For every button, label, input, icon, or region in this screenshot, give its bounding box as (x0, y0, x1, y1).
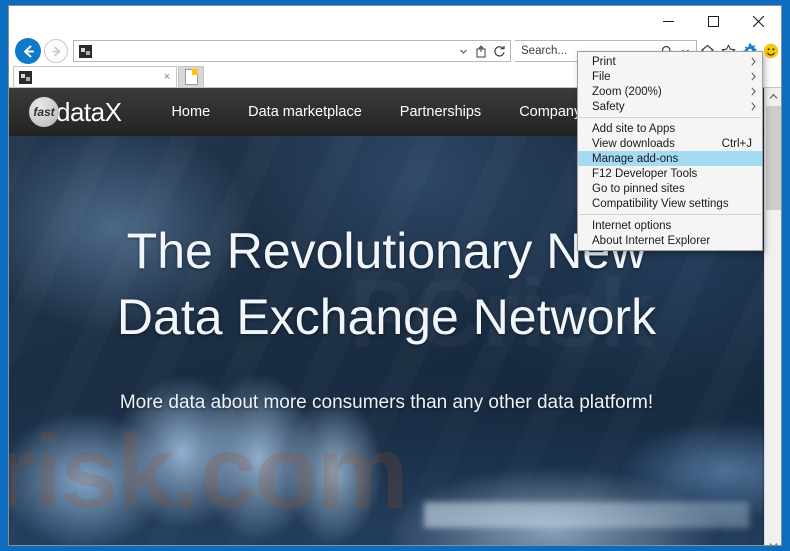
refresh-icon[interactable] (490, 40, 508, 62)
browser-tab[interactable]: × (13, 66, 177, 87)
back-arrow-icon[interactable] (15, 38, 41, 64)
address-bar[interactable] (73, 40, 511, 62)
menu-item-label: Compatibility View settings (592, 197, 729, 210)
menu-item-label: Zoom (200%) (592, 85, 662, 98)
logo-wordmark: dataX (56, 96, 122, 127)
menu-item-label: View downloads (592, 137, 675, 150)
menu-item-go-to-pinned-sites[interactable]: Go to pinned sites (578, 181, 762, 196)
menu-item-label: Print (592, 55, 616, 68)
broken-image-icon (79, 44, 92, 58)
new-tab-glyph (184, 69, 198, 85)
chevron-down-icon[interactable] (454, 40, 472, 62)
nav-item-partnerships[interactable]: Partnerships (400, 104, 481, 120)
chevron-right-icon (751, 69, 756, 84)
menu-item-label: Safety (592, 100, 625, 113)
chevron-right-icon (751, 84, 756, 99)
scroll-up-arrow-icon[interactable] (765, 88, 781, 105)
close-icon[interactable]: × (160, 69, 174, 85)
menu-item-safety[interactable]: Safety (578, 99, 762, 114)
broken-image-icon (19, 70, 32, 84)
new-tab-icon[interactable] (178, 66, 204, 87)
chevron-right-icon (751, 99, 756, 114)
menu-item-manage-add-ons[interactable]: Manage add-ons (578, 151, 762, 166)
logo-mark: fast (29, 97, 59, 127)
menu-item-label: File (592, 70, 611, 83)
scrollbar-thumb[interactable] (766, 106, 781, 210)
menu-item-compatibility-view-settings[interactable]: Compatibility View settings (578, 196, 762, 211)
site-logo[interactable]: fast dataX (29, 96, 122, 128)
close-button[interactable] (736, 6, 781, 36)
menu-item-view-downloads[interactable]: View downloads Ctrl+J (578, 136, 762, 151)
menu-item-label: Add site to Apps (592, 122, 676, 135)
forward-arrow-icon[interactable] (44, 39, 68, 63)
menu-separator (579, 117, 761, 118)
scroll-down-arrow-icon[interactable] (765, 537, 781, 545)
menu-item-add-site-to-apps[interactable]: Add site to Apps (578, 121, 762, 136)
minimize-button[interactable] (646, 6, 691, 36)
tools-dropdown-menu[interactable]: Print File Zoom (200%) Safety Add site to Ap… (577, 51, 763, 251)
menu-item-label: About Internet Explorer (592, 234, 711, 247)
window-title-bar (9, 6, 781, 36)
menu-item-internet-options[interactable]: Internet options (578, 218, 762, 233)
menu-item-file[interactable]: File (578, 69, 762, 84)
menu-item-label: Internet options (592, 219, 672, 232)
smiley-icon[interactable] (760, 36, 781, 66)
menu-item-label: Go to pinned sites (592, 182, 685, 195)
nav-item-home[interactable]: Home (171, 104, 210, 120)
menu-item-print[interactable]: Print (578, 54, 762, 69)
menu-item-shortcut: Ctrl+J (721, 137, 752, 150)
menu-item-f12-developer-tools[interactable]: F12 Developer Tools (578, 166, 762, 181)
hero-subtitle: More data about more consumers than any … (119, 392, 654, 413)
menu-item-about-internet-explorer[interactable]: About Internet Explorer (578, 233, 762, 248)
window-controls (646, 6, 781, 36)
maximize-button[interactable] (691, 6, 736, 36)
menu-separator (579, 214, 761, 215)
chevron-right-icon (751, 54, 756, 69)
vertical-scrollbar[interactable] (764, 88, 781, 545)
desktop-background: Search... × fast dataX Home Data marketp… (0, 0, 790, 551)
menu-item-label: F12 Developer Tools (592, 167, 698, 180)
menu-item-label: Manage add-ons (592, 152, 679, 165)
menu-item-zoom-200[interactable]: Zoom (200%) (578, 84, 762, 99)
compatibility-view-icon[interactable] (472, 40, 490, 62)
nav-item-data-marketplace[interactable]: Data marketplace (248, 104, 362, 120)
